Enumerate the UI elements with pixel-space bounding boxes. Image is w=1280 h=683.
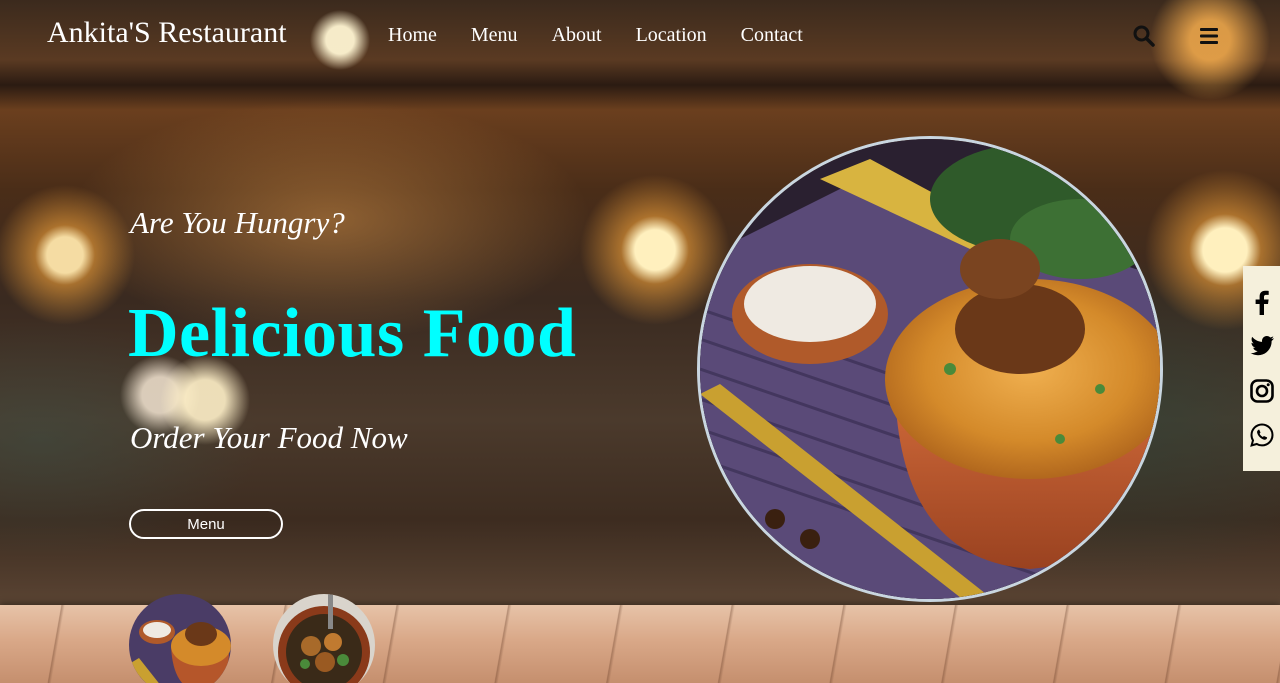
facebook-icon[interactable] xyxy=(1249,289,1275,315)
nav-location[interactable]: Location xyxy=(636,24,707,47)
hero-kicker: Are You Hungry? xyxy=(130,205,345,240)
menu-button[interactable]: Menu xyxy=(129,509,283,539)
hero-subtitle: Order Your Food Now xyxy=(130,420,408,455)
nav-home[interactable]: Home xyxy=(388,24,437,47)
instagram-icon[interactable] xyxy=(1249,378,1275,404)
search-icon[interactable] xyxy=(1132,24,1156,48)
social-sidebar xyxy=(1243,266,1280,471)
featured-food-image xyxy=(697,136,1163,602)
main-nav: Home Menu About Location Contact xyxy=(388,24,837,47)
site-header: Ankita'S Restaurant Home Menu About Loca… xyxy=(0,0,1280,72)
nav-contact[interactable]: Contact xyxy=(741,24,803,47)
brand-logo[interactable]: Ankita'S Restaurant xyxy=(47,16,287,50)
twitter-icon[interactable] xyxy=(1249,333,1275,359)
hamburger-menu-icon[interactable] xyxy=(1198,24,1222,48)
nav-menu[interactable]: Menu xyxy=(471,24,518,47)
hero-title: Delicious Food xyxy=(128,295,577,372)
nav-about[interactable]: About xyxy=(552,24,602,47)
whatsapp-icon[interactable] xyxy=(1249,422,1275,448)
